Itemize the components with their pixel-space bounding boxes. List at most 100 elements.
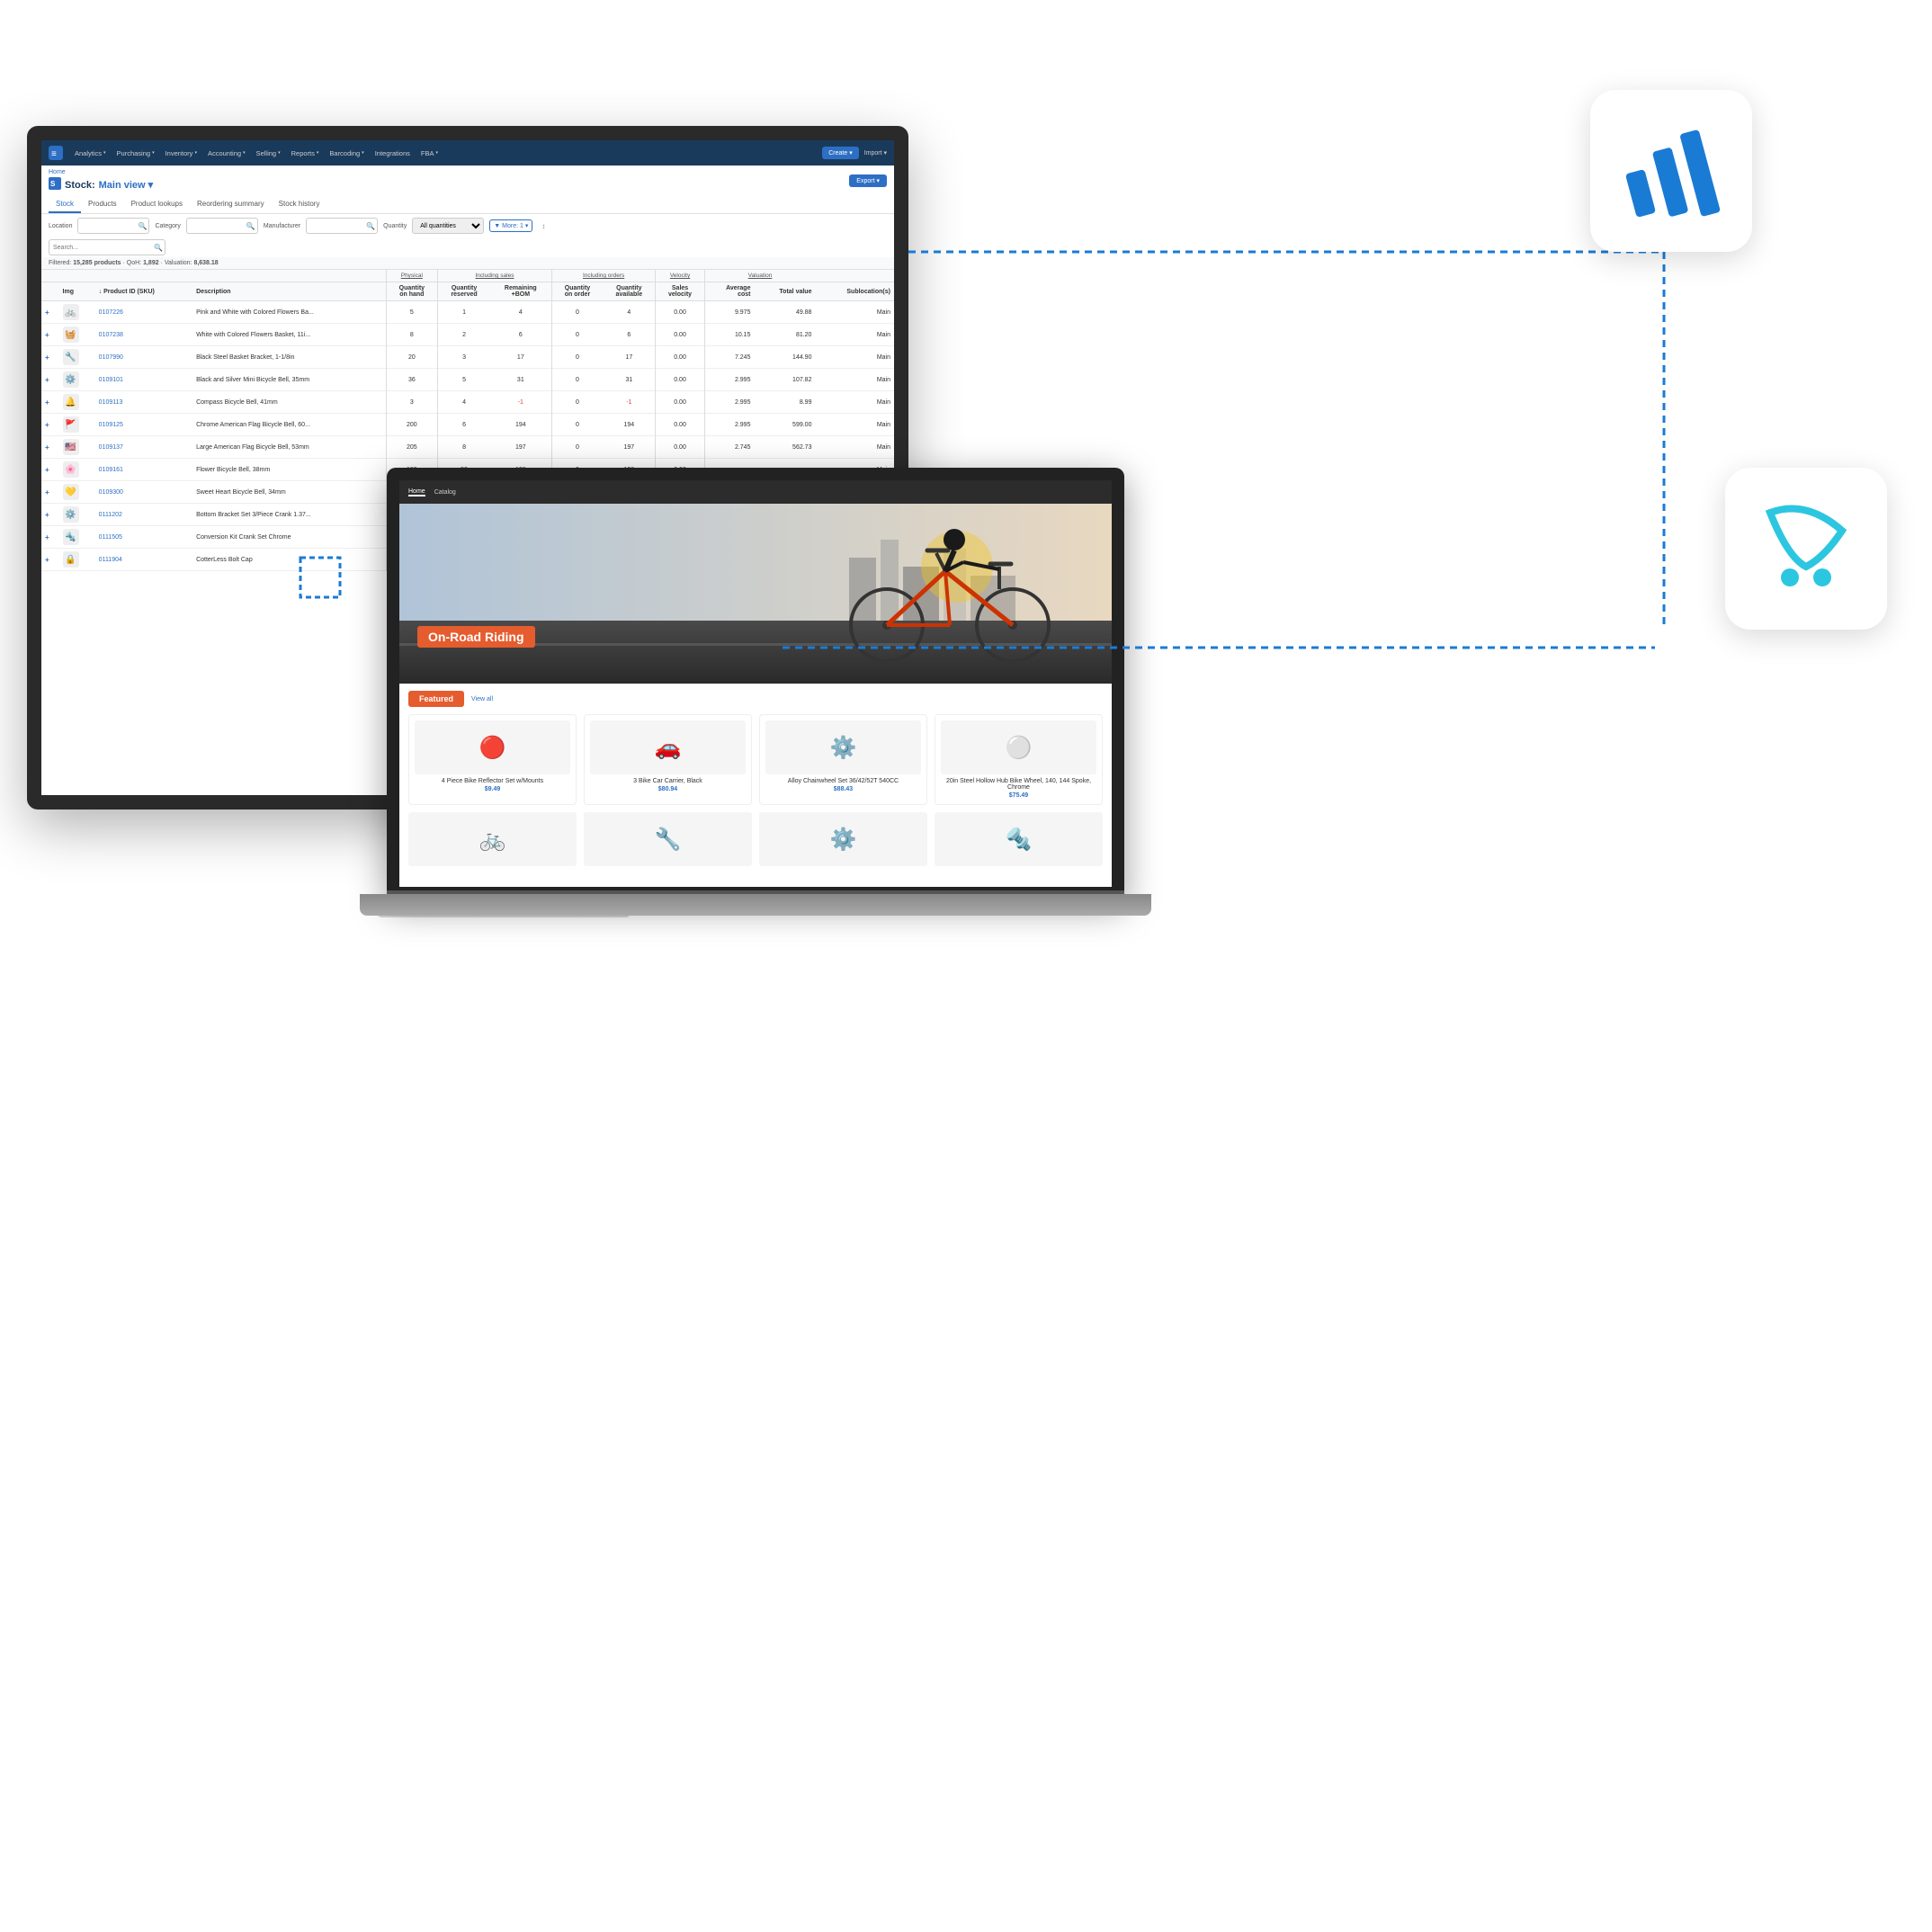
- main-search-icon[interactable]: 🔍: [154, 244, 163, 252]
- bike-svg: [806, 517, 1076, 661]
- category-search-wrap: 🔍: [186, 218, 258, 234]
- nav-item-purchasing[interactable]: Purchasing ▾: [112, 147, 159, 160]
- view-name[interactable]: Main view ▾: [99, 179, 154, 191]
- col-group-including-sales: Including sales: [438, 270, 552, 282]
- more-filters-button[interactable]: ▼ More: 1 ▾: [489, 219, 532, 232]
- nav-item-inventory[interactable]: Inventory ▾: [161, 147, 201, 160]
- nav-item-accounting[interactable]: Accounting ▾: [203, 147, 250, 160]
- row-add-3[interactable]: +: [41, 369, 59, 391]
- row-qty-reserved-4: 4: [438, 391, 490, 414]
- row-add-11[interactable]: +: [41, 549, 59, 571]
- row-sku-4[interactable]: 0109113: [95, 391, 192, 414]
- row-sku-5[interactable]: 0109125: [95, 414, 192, 436]
- row-qty-reserved-0: 1: [438, 301, 490, 324]
- nav-item-integrations[interactable]: Integrations: [371, 147, 415, 160]
- col-header-qty-reserved[interactable]: Quantityreserved: [438, 282, 490, 301]
- brand-logo-2: [1752, 495, 1860, 603]
- row-avg-cost-3: 2.995: [704, 369, 754, 391]
- tab-stock[interactable]: Stock: [49, 196, 81, 213]
- row-add-7[interactable]: +: [41, 459, 59, 481]
- row-img-1: 🧺: [59, 324, 95, 346]
- create-button[interactable]: Create ▾: [822, 147, 858, 159]
- product-card-1[interactable]: 🚗 3 Bike Car Carrier, Black $80.94: [584, 714, 752, 805]
- row-img-9: ⚙️: [59, 504, 95, 526]
- product-card-3[interactable]: ⚪ 20in Steel Hollow Hub Bike Wheel, 140,…: [935, 714, 1103, 805]
- row-add-6[interactable]: +: [41, 436, 59, 459]
- quantity-label: Quantity: [383, 223, 407, 229]
- row-sku-10[interactable]: 0111505: [95, 526, 192, 549]
- tab-stock-history[interactable]: Stock history: [272, 196, 327, 213]
- row-add-5[interactable]: +: [41, 414, 59, 436]
- row-total-3: 107.82: [754, 369, 815, 391]
- import-button[interactable]: Import ▾: [864, 149, 887, 157]
- col-header-qty-avail[interactable]: Quantityavailable: [603, 282, 656, 301]
- main-search-input[interactable]: [49, 239, 165, 255]
- row-sku-11[interactable]: 0111904: [95, 549, 192, 571]
- category-search-icon[interactable]: 🔍: [246, 222, 255, 230]
- location-search-icon[interactable]: 🔍: [139, 222, 148, 230]
- tab-product-lookups[interactable]: Product lookups: [124, 196, 190, 213]
- row-remaining-6: 197: [490, 436, 551, 459]
- product-price-2: $88.43: [765, 786, 921, 792]
- row-add-4[interactable]: +: [41, 391, 59, 414]
- col-header-qty-hand[interactable]: Quantityon hand: [386, 282, 438, 301]
- manufacturer-search-icon[interactable]: 🔍: [366, 222, 375, 230]
- manufacturer-label: Manufacturer: [264, 223, 300, 229]
- row-add-0[interactable]: +: [41, 301, 59, 324]
- row-sku-0[interactable]: 0107226: [95, 301, 192, 324]
- export-button[interactable]: Export ▾: [849, 174, 887, 187]
- svg-text:S: S: [50, 180, 56, 188]
- product-card-2[interactable]: ⚙️ Alloy Chainwheel Set 36/42/52T 540CC …: [759, 714, 927, 805]
- row-sku-1[interactable]: 0107238: [95, 324, 192, 346]
- info-bar: Filtered: 15,285 products · QoH: 1,892 ·…: [41, 257, 894, 270]
- row-qty-order-0: 0: [551, 301, 603, 324]
- row-sub-1: Main: [815, 324, 894, 346]
- col-header-remaining[interactable]: Remaining+BOM: [490, 282, 551, 301]
- col-header-total[interactable]: Total value: [754, 282, 815, 301]
- nav-item-fba[interactable]: FBA ▾: [416, 147, 443, 160]
- row-sub-2: Main: [815, 346, 894, 369]
- product-name-1: 3 Bike Car Carrier, Black: [590, 778, 746, 784]
- nav-item-reports[interactable]: Reports ▾: [287, 147, 324, 160]
- tabs-row: Stock Products Product lookups Reorderin…: [49, 196, 887, 213]
- row-add-9[interactable]: +: [41, 504, 59, 526]
- col-header-sku[interactable]: ↓ Product ID (SKU): [95, 282, 192, 301]
- row-velocity-1: 0.00: [656, 324, 704, 346]
- search-row: 🔍: [41, 237, 894, 257]
- view-all-link[interactable]: View all: [471, 696, 493, 702]
- tab-reordering-summary[interactable]: Reordering summary: [190, 196, 272, 213]
- col-header-velocity[interactable]: Salesvelocity: [656, 282, 704, 301]
- tab-products[interactable]: Products: [81, 196, 124, 213]
- row-total-0: 49.88: [754, 301, 815, 324]
- ecom-nav-home[interactable]: Home: [408, 488, 425, 496]
- row-add-1[interactable]: +: [41, 324, 59, 346]
- row-total-1: 81.20: [754, 324, 815, 346]
- row-add-8[interactable]: +: [41, 481, 59, 504]
- row-add-2[interactable]: +: [41, 346, 59, 369]
- product-card-0[interactable]: 🔴 4 Piece Bike Reflector Set w/Mounts $9…: [408, 714, 577, 805]
- ecom-featured-section: Featured View all 🔴 4 Piece Bike Reflect…: [399, 684, 1112, 812]
- filter-row: Location 🔍 Category 🔍 Manufacturer 🔍: [41, 214, 894, 237]
- row-sku-2[interactable]: 0107990: [95, 346, 192, 369]
- col-header-avg-cost[interactable]: Averagecost: [704, 282, 754, 301]
- nav-item-selling[interactable]: Selling ▾: [252, 147, 285, 160]
- row-add-10[interactable]: +: [41, 526, 59, 549]
- valuation-value: 8,638.18: [193, 260, 218, 266]
- row-sku-7[interactable]: 0109161: [95, 459, 192, 481]
- brand-icon-1: [1590, 90, 1752, 252]
- chevron-analytics: ▾: [103, 150, 106, 156]
- col-header-qty-order[interactable]: Quantityon order: [551, 282, 603, 301]
- ecom-nav-catalog[interactable]: Catalog: [434, 489, 456, 496]
- row-sku-6[interactable]: 0109137: [95, 436, 192, 459]
- row-img-11: 🔒: [59, 549, 95, 571]
- row-sku-3[interactable]: 0109101: [95, 369, 192, 391]
- table-row: + ⚙️ 0109101 Black and Silver Mini Bicyc…: [41, 369, 894, 391]
- nav-item-barcoding[interactable]: Barcoding ▾: [325, 147, 368, 160]
- nav-item-analytics[interactable]: Analytics ▾: [70, 147, 111, 160]
- row-sku-8[interactable]: 0109300: [95, 481, 192, 504]
- row-sku-9[interactable]: 0111202: [95, 504, 192, 526]
- category-label: Category: [155, 223, 180, 229]
- row-qty-order-4: 0: [551, 391, 603, 414]
- quantity-select[interactable]: All quantities: [412, 218, 484, 234]
- chevron-accounting: ▾: [243, 150, 246, 156]
